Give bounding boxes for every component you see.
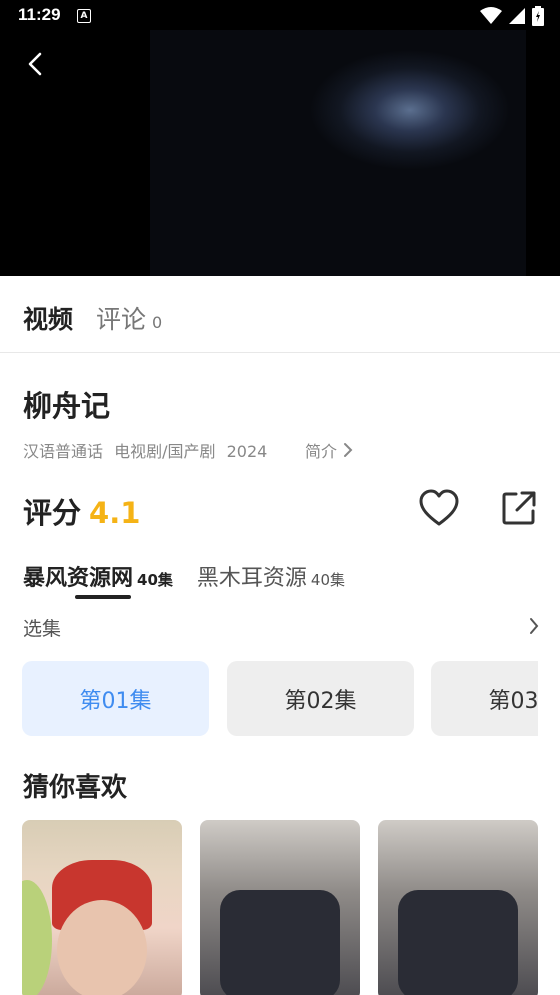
score-display: 评分 4.1	[23, 490, 140, 532]
tag-language: 汉语普通话	[23, 442, 104, 461]
tab-comment[interactable]: 评论 0	[96, 300, 162, 336]
status-time: 11:29	[18, 5, 61, 24]
video-frame	[150, 30, 526, 276]
recommendation-card[interactable]	[22, 820, 182, 995]
episode-list: 第01集 第02集 第03集	[22, 661, 538, 736]
episode-chip[interactable]: 第02集	[227, 661, 414, 736]
share-icon[interactable]	[500, 489, 538, 527]
comment-count: 0	[152, 313, 163, 332]
chevron-right-icon	[344, 443, 353, 457]
source-episodes: 40集	[310, 571, 345, 589]
heart-icon[interactable]	[418, 488, 460, 528]
show-title: 柳舟记	[23, 389, 111, 423]
source-tab-indicator	[75, 595, 131, 599]
status-bar: 11:29 A	[0, 0, 560, 30]
poster-figure	[57, 900, 147, 995]
intro-link[interactable]: 简介	[305, 438, 353, 462]
source-episodes: 40集	[137, 571, 173, 589]
chevron-right-icon	[530, 618, 539, 634]
score-label: 评分	[23, 496, 82, 530]
recommendations-list	[22, 820, 538, 995]
source-tabs: 暴风资源网 40集 黑木耳资源 40集	[23, 560, 345, 592]
status-icons	[480, 6, 544, 26]
episode-chip[interactable]: 第01集	[22, 661, 209, 736]
source-name: 黑木耳资源	[196, 566, 307, 591]
content-tabs: 视频 评论 0	[0, 276, 560, 353]
select-label: 选集	[23, 618, 62, 640]
poster-figure	[398, 890, 518, 995]
source-tab-heimuer[interactable]: 黑木耳资源 40集	[197, 560, 345, 592]
intro-label: 简介	[305, 442, 338, 461]
tag-year: 2024	[226, 442, 268, 461]
signal-icon	[509, 8, 525, 24]
tag-genre: 电视剧/国产剧	[114, 442, 216, 461]
video-player[interactable]	[0, 30, 560, 276]
notification-icon: A	[77, 9, 91, 23]
show-meta: 汉语普通话 电视剧/国产剧 2024	[23, 438, 273, 462]
tab-video[interactable]: 视频	[23, 300, 73, 336]
recommendations-title: 猜你喜欢	[23, 773, 128, 803]
battery-icon	[532, 6, 544, 26]
recommendation-card[interactable]	[200, 820, 360, 995]
back-arrow-icon[interactable]	[22, 50, 50, 78]
source-tab-baofeng[interactable]: 暴风资源网 40集	[23, 560, 173, 592]
episode-selector-row[interactable]: 选集	[23, 614, 540, 641]
recommendation-card[interactable]	[378, 820, 538, 995]
wifi-icon	[480, 7, 502, 24]
poster-figure	[220, 890, 340, 995]
poster-figure	[22, 880, 52, 995]
source-name: 暴风资源网	[23, 566, 134, 591]
score-value: 4.1	[89, 496, 141, 530]
tab-comment-label: 评论	[96, 305, 147, 334]
episode-chip[interactable]: 第03集	[431, 661, 538, 736]
